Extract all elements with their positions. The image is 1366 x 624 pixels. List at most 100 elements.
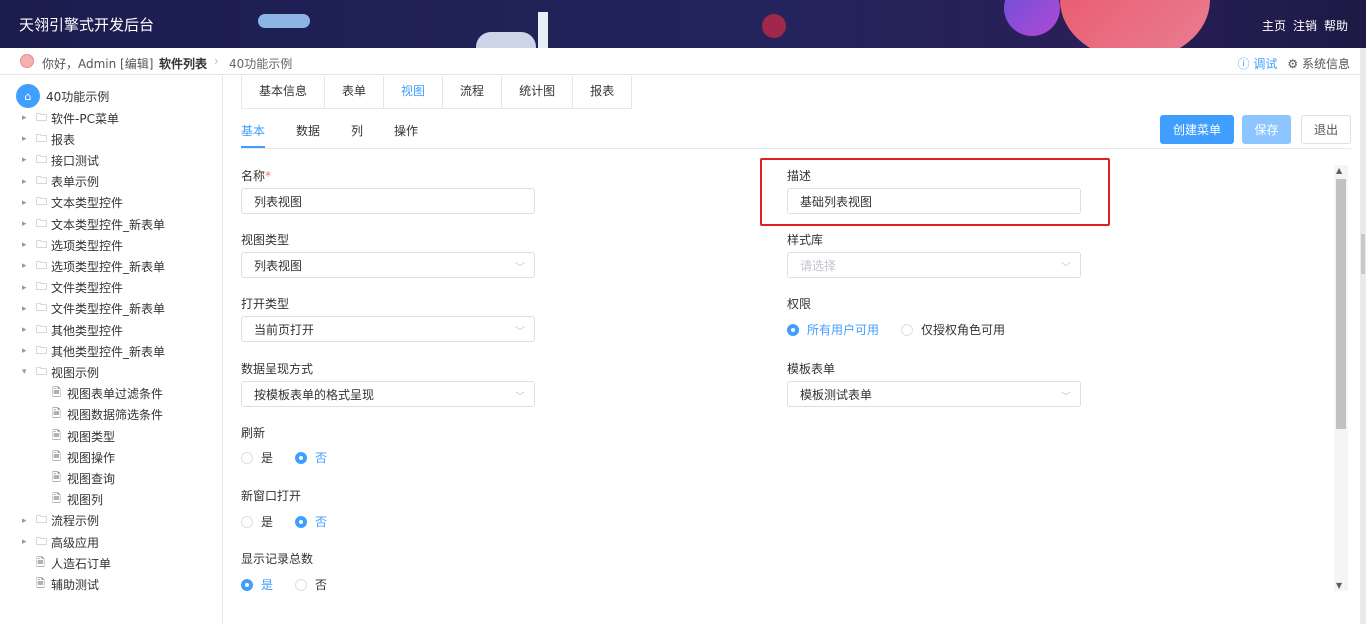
open-type-select[interactable]: 当前页打开 ﹀ <box>241 316 535 342</box>
caret-right-icon[interactable]: ▸ <box>22 177 36 187</box>
new-window-no-radio[interactable]: 否 <box>295 513 327 530</box>
main-panel: 基本信息 表单 视图 流程 统计图 报表 基本 数据 列 操作 创建菜单 保存 … <box>224 76 1366 624</box>
tab-view[interactable]: 视图 <box>384 76 444 108</box>
caret-right-icon[interactable]: ▸ <box>22 304 36 314</box>
subtab-basic[interactable]: 基本 <box>241 122 266 148</box>
view-type-select[interactable]: 列表视图 ﹀ <box>241 252 535 278</box>
sidebar-tree: ⌂ 40功能示例 ▸ 🗀 软件-PC菜单 ▸ 🗀 报表 ▸ 🗀 接口测试 ▸ 🗀 表单示例 ▸ 🗀 文本类型… <box>0 76 223 624</box>
tab-report[interactable]: 报表 <box>573 76 631 108</box>
page-scrollbar[interactable] <box>1360 48 1366 624</box>
permission-all-users-radio[interactable]: 所有用户可用 <box>787 321 879 338</box>
sidebar-item-label: 视图数据筛选条件 <box>67 408 164 423</box>
file-icon: 🗎 <box>36 555 45 569</box>
sidebar-item[interactable]: 🗎 视图类型 <box>52 427 115 445</box>
sidebar-item[interactable]: 🗎 视图查询 <box>52 469 115 487</box>
sidebar-item-label: 视图表单过滤条件 <box>67 387 164 402</box>
caret-right-icon[interactable]: ▸ <box>22 516 36 526</box>
nav-logout[interactable]: 注销 <box>1293 17 1317 34</box>
sidebar-item[interactable]: ▸ 🗀 其他类型控件_新表单 <box>22 342 165 360</box>
sidebar-item[interactable]: ▸ 🗀 接口测试 <box>22 151 99 169</box>
exit-button[interactable]: 退出 <box>1301 115 1351 144</box>
radio-checked-icon <box>787 323 799 336</box>
caret-right-icon[interactable]: ▸ <box>22 219 36 229</box>
show-total-yes-radio[interactable]: 是 <box>241 576 273 593</box>
style-lib-label: 样式库 <box>787 233 824 247</box>
chevron-down-icon: ﹀ <box>1061 392 1071 403</box>
subtab-columns[interactable]: 列 <box>351 122 363 148</box>
system-info-link[interactable]: ⚙ 系统信息 <box>1287 55 1350 72</box>
nav-home[interactable]: 主页 <box>1262 17 1286 34</box>
caret-right-icon[interactable]: ▸ <box>22 283 36 293</box>
user-greeting[interactable]: 你好，Admin [编辑] <box>42 55 153 72</box>
caret-right-icon[interactable]: ▸ <box>22 113 36 123</box>
caret-down-icon[interactable]: ▾ <box>22 367 36 377</box>
sidebar-item-label: 人造石订单 <box>51 556 112 571</box>
caret-right-icon[interactable]: ▸ <box>22 325 36 335</box>
sidebar-item[interactable]: ▸ 🗀 软件-PC菜单 <box>22 109 119 127</box>
new-window-yes-radio[interactable]: 是 <box>241 513 273 530</box>
sidebar-item[interactable]: 🗎 人造石订单 <box>36 554 111 572</box>
top-tabs: 基本信息 表单 视图 流程 统计图 报表 <box>241 76 633 109</box>
sidebar-item[interactable]: ▸ 🗀 文本类型控件 <box>22 194 123 212</box>
folder-icon: 🗀 <box>36 301 47 315</box>
page-scrollbar-thumb[interactable] <box>1361 234 1365 274</box>
debug-link[interactable]: ⓘ 调试 <box>1238 55 1278 72</box>
file-icon: 🗎 <box>52 407 61 421</box>
scroll-up-icon[interactable]: ▲ <box>1336 166 1342 175</box>
tab-flow[interactable]: 流程 <box>443 76 503 108</box>
data-display-label: 数据呈现方式 <box>241 362 314 376</box>
sidebar-item[interactable]: 🗎 视图操作 <box>52 448 115 466</box>
sidebar-item[interactable]: ▸ 🗀 流程示例 <box>22 512 99 530</box>
app-title: 天翎引擎式开发后台 <box>19 16 155 34</box>
sidebar-item[interactable]: ▸ 🗀 选项类型控件 <box>22 236 123 254</box>
caret-right-icon[interactable]: ▸ <box>22 134 36 144</box>
sidebar-item-label: 视图列 <box>67 493 104 508</box>
data-display-select[interactable]: 按模板表单的格式呈现 ﹀ <box>241 381 535 407</box>
tab-basic-info[interactable]: 基本信息 <box>242 76 326 108</box>
caret-right-icon[interactable]: ▸ <box>22 261 36 271</box>
create-menu-button[interactable]: 创建菜单 <box>1160 115 1234 144</box>
sidebar-item[interactable]: 🗎 视图列 <box>52 491 103 509</box>
refresh-yes-radio[interactable]: 是 <box>241 449 273 466</box>
tab-chart[interactable]: 统计图 <box>502 76 574 108</box>
sidebar-item[interactable]: ▸ 🗀 表单示例 <box>22 173 99 191</box>
refresh-no-radio[interactable]: 否 <box>295 449 327 466</box>
header-nav: 主页 注销 帮助 <box>1262 17 1348 34</box>
folder-icon: 🗀 <box>36 258 47 272</box>
sidebar-item-label: 软件-PC菜单 <box>51 111 119 126</box>
chevron-down-icon: ﹀ <box>1061 263 1071 274</box>
caret-right-icon[interactable]: ▸ <box>22 537 36 547</box>
tab-form[interactable]: 表单 <box>325 76 385 108</box>
sidebar-item[interactable]: ▸ 🗀 报表 <box>22 130 75 148</box>
caret-right-icon[interactable]: ▸ <box>22 198 36 208</box>
template-form-select[interactable]: 模板测试表单 ﹀ <box>787 381 1081 407</box>
breadcrumb-software-list[interactable]: 软件列表 <box>159 55 207 72</box>
caret-right-icon[interactable]: ▸ <box>22 240 36 250</box>
save-button[interactable]: 保存 <box>1242 115 1291 144</box>
sidebar-item[interactable]: ▸ 🗀 选项类型控件_新表单 <box>22 257 165 275</box>
show-total-no-radio[interactable]: 否 <box>295 576 327 593</box>
name-input[interactable]: 列表视图 <box>241 188 535 214</box>
nav-help[interactable]: 帮助 <box>1324 17 1348 34</box>
caret-right-icon[interactable]: ▸ <box>22 346 36 356</box>
sidebar-item[interactable]: ▸ 🗀 文本类型控件_新表单 <box>22 215 165 233</box>
sidebar-item[interactable]: 🗎 辅助测试 <box>36 575 99 593</box>
sidebar-item[interactable]: ▸ 🗀 文件类型控件 <box>22 279 123 297</box>
caret-right-icon[interactable]: ▸ <box>22 155 36 165</box>
style-lib-select[interactable]: 请选择 ﹀ <box>787 252 1081 278</box>
sidebar-item[interactable]: ▸ 🗀 文件类型控件_新表单 <box>22 300 165 318</box>
sidebar-item[interactable]: 🗎 视图数据筛选条件 <box>52 406 163 424</box>
form-scrollbar[interactable]: ▲ ▼ <box>1334 165 1348 591</box>
subtab-data[interactable]: 数据 <box>296 122 320 148</box>
scroll-down-icon[interactable]: ▼ <box>1336 581 1342 590</box>
breadcrumb-tools: ⓘ 调试 ⚙ 系统信息 <box>1238 55 1350 72</box>
sidebar-item[interactable]: ▸ 🗀 高级应用 <box>22 533 99 551</box>
sidebar-item[interactable]: ▸ 🗀 其他类型控件 <box>22 321 123 339</box>
sidebar-item[interactable]: ▾ 🗀 视图示例 <box>22 363 99 381</box>
scrollbar-thumb[interactable] <box>1336 179 1346 429</box>
subtab-actions[interactable]: 操作 <box>394 122 418 148</box>
tree-root[interactable]: ⌂ 40功能示例 <box>16 84 109 108</box>
sidebar-item[interactable]: 🗎 视图表单过滤条件 <box>52 385 163 403</box>
chevron-down-icon: ﹀ <box>515 392 525 403</box>
permission-authorized-roles-radio[interactable]: 仅授权角色可用 <box>901 321 1005 338</box>
